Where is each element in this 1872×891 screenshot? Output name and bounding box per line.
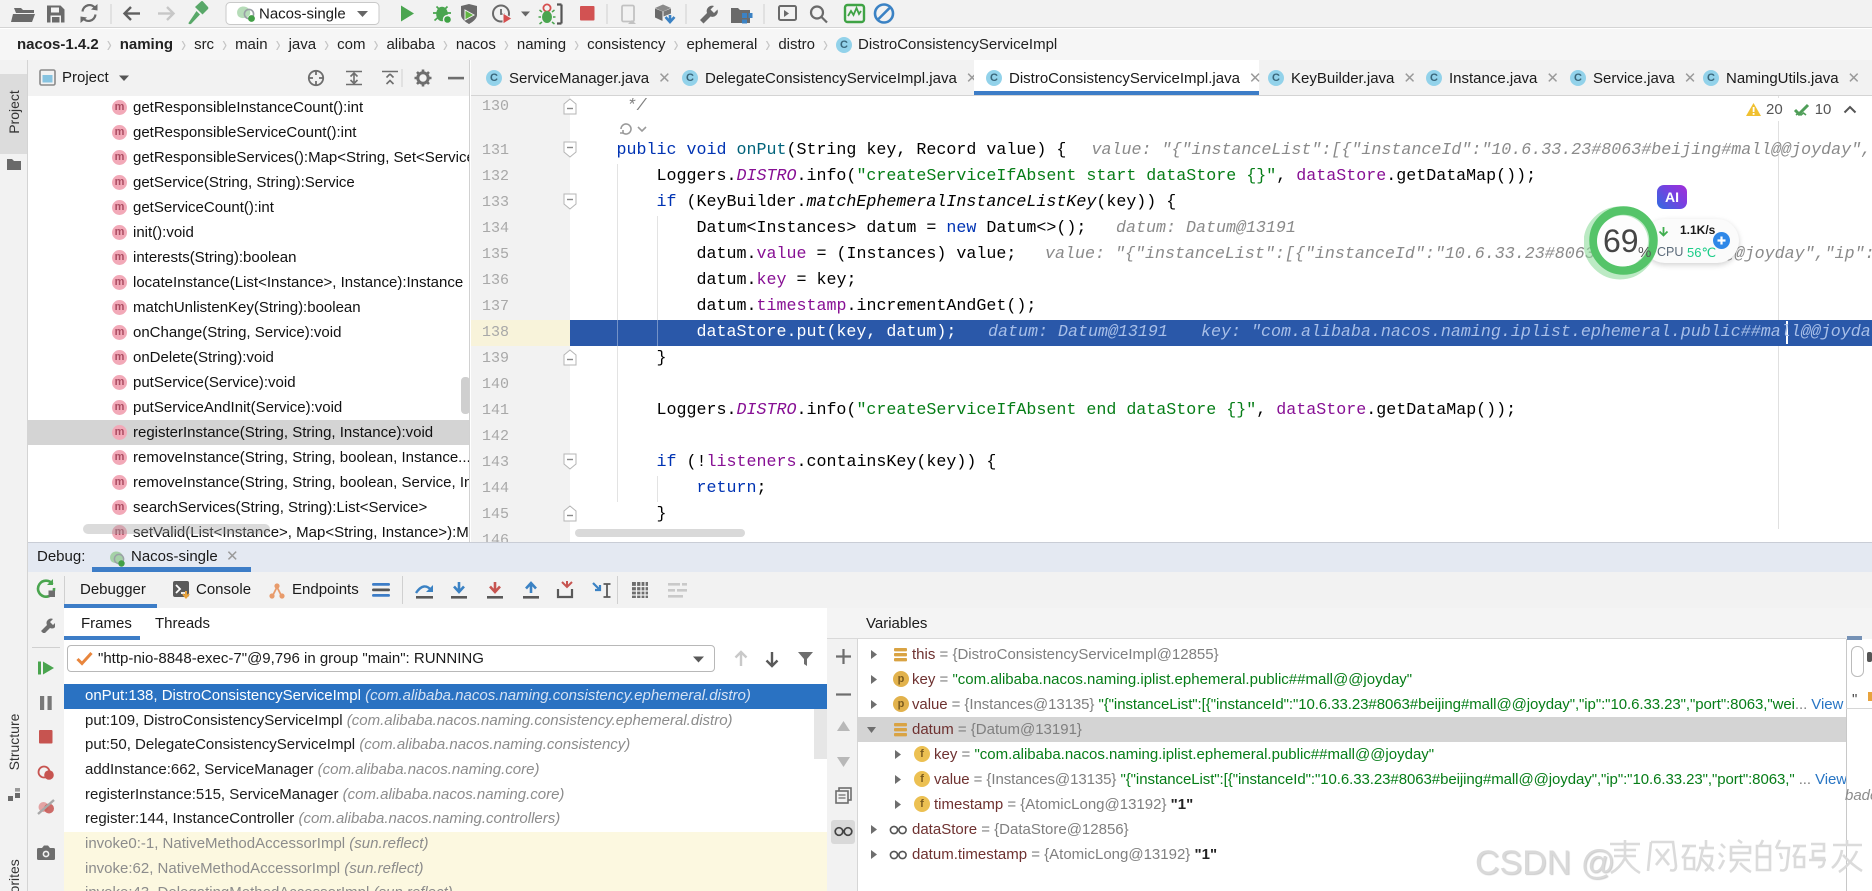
- svg-text:Nacos-single: Nacos-single: [259, 6, 346, 23]
